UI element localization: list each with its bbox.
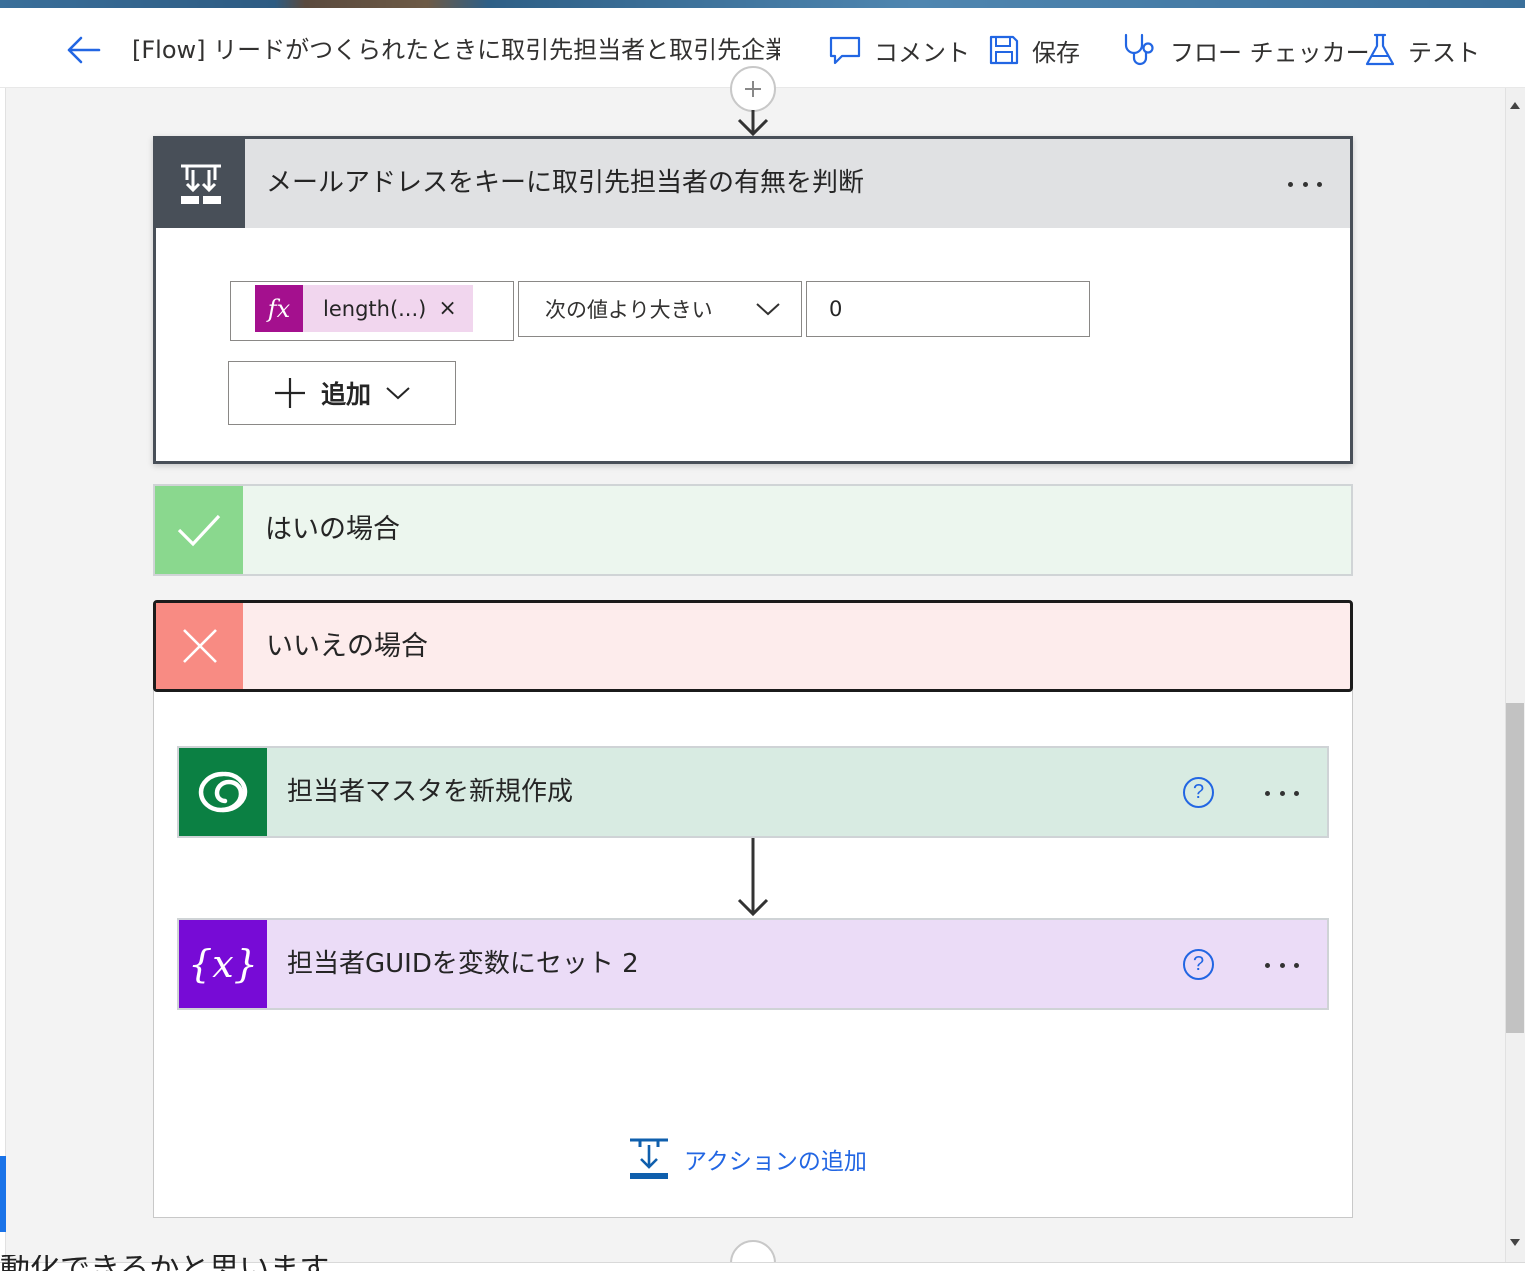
dot bbox=[1294, 790, 1299, 796]
add-condition-button[interactable]: 追加 bbox=[228, 361, 456, 425]
add-label: 追加 bbox=[320, 380, 371, 409]
save-label: 保存 bbox=[1032, 38, 1080, 67]
condition-title: メールアドレスをキーに取引先担当者の有無を判断 bbox=[266, 168, 865, 198]
operator-dropdown[interactable]: 次の値より大きい bbox=[518, 281, 802, 337]
chevron-down-icon bbox=[756, 303, 780, 316]
arrow-left-icon bbox=[67, 36, 101, 64]
dot bbox=[1265, 790, 1270, 796]
speech-bubble-icon bbox=[829, 36, 861, 65]
dot bbox=[1279, 962, 1285, 968]
action-more-menu[interactable] bbox=[1259, 950, 1305, 980]
back-button[interactable] bbox=[58, 32, 108, 68]
vertical-scrollbar[interactable] bbox=[1505, 88, 1525, 1262]
no-branch-title: いいえの場合 bbox=[266, 631, 428, 662]
help-icon[interactable]: ? bbox=[1183, 777, 1214, 808]
action-title: 担当者マスタを新規作成 bbox=[287, 777, 574, 807]
fx-icon: fx bbox=[255, 285, 303, 332]
dot bbox=[1265, 962, 1270, 968]
side-panel-tab[interactable] bbox=[0, 1156, 6, 1232]
variable-icon: {x} bbox=[179, 920, 267, 1008]
connector-arrow bbox=[737, 838, 769, 917]
floppy-disk-icon bbox=[989, 35, 1019, 65]
help-icon[interactable]: ? bbox=[1183, 949, 1214, 980]
action-set-variable[interactable]: {x} 担当者GUIDを変数にセット 2 ? bbox=[177, 918, 1329, 1010]
scroll-up-arrow[interactable] bbox=[1508, 98, 1522, 112]
action-create-contact[interactable]: 担当者マスタを新規作成 ? bbox=[177, 746, 1329, 838]
comment-label: コメント bbox=[874, 38, 970, 67]
expression-token[interactable]: fx length(...) × bbox=[255, 285, 473, 332]
dot bbox=[1317, 181, 1322, 187]
flow-checker-button[interactable]: フロー チェッカー bbox=[1122, 30, 1370, 70]
test-label: テスト bbox=[1408, 38, 1480, 67]
top-banner bbox=[0, 0, 1525, 8]
action-more-menu[interactable] bbox=[1259, 778, 1305, 808]
plus-icon bbox=[274, 378, 305, 408]
left-panel-edge bbox=[0, 88, 6, 1262]
connector-arrow bbox=[737, 110, 769, 136]
condition-right-operand[interactable]: 0 bbox=[806, 281, 1090, 337]
condition-header[interactable]: メールアドレスをキーに取引先担当者の有無を判断 bbox=[156, 139, 1350, 228]
condition-left-operand[interactable]: fx length(...) × bbox=[230, 281, 514, 341]
add-action-label: アクションの追加 bbox=[684, 1149, 867, 1175]
add-action-button[interactable]: アクションの追加 bbox=[628, 1136, 867, 1182]
comment-button[interactable]: コメント bbox=[828, 30, 970, 70]
remove-token-button[interactable]: × bbox=[438, 296, 456, 321]
operator-value: 次の値より大きい bbox=[545, 298, 713, 322]
dot bbox=[1302, 181, 1308, 187]
plus-icon bbox=[745, 81, 761, 97]
test-button[interactable]: テスト bbox=[1364, 30, 1480, 70]
no-branch[interactable]: いいえの場合 bbox=[153, 600, 1353, 692]
flow-checker-label: フロー チェッカー bbox=[1170, 38, 1370, 67]
page-body-text: 動化できるかと思います bbox=[0, 1255, 329, 1271]
condition-more-menu[interactable] bbox=[1282, 169, 1328, 199]
add-action-icon bbox=[630, 1138, 668, 1179]
insert-step-button[interactable] bbox=[730, 66, 776, 112]
yes-branch-title: はいの場合 bbox=[265, 514, 400, 545]
chevron-down-icon bbox=[386, 387, 410, 400]
condition-icon bbox=[156, 139, 245, 228]
expression-token-label: length(...) bbox=[323, 296, 427, 321]
checkmark-icon bbox=[155, 486, 243, 574]
stethoscope-icon bbox=[1124, 33, 1154, 66]
condition-card[interactable]: メールアドレスをキーに取引先担当者の有無を判断 fx length(...) ×… bbox=[153, 136, 1353, 464]
save-button[interactable]: 保存 bbox=[988, 30, 1080, 70]
dot bbox=[1288, 181, 1293, 187]
cross-icon bbox=[156, 603, 243, 689]
scroll-down-arrow[interactable] bbox=[1508, 1236, 1522, 1250]
scrollbar-thumb[interactable] bbox=[1506, 703, 1524, 1033]
flow-title: [Flow] リードがつくられたときに取引先担当者と取引先企業 bbox=[132, 36, 780, 64]
dot bbox=[1294, 962, 1299, 968]
action-title: 担当者GUIDを変数にセット 2 bbox=[287, 949, 639, 979]
yes-branch[interactable]: はいの場合 bbox=[153, 484, 1353, 576]
flask-icon bbox=[1365, 33, 1395, 66]
dataverse-icon bbox=[179, 748, 267, 836]
dot bbox=[1279, 790, 1285, 796]
